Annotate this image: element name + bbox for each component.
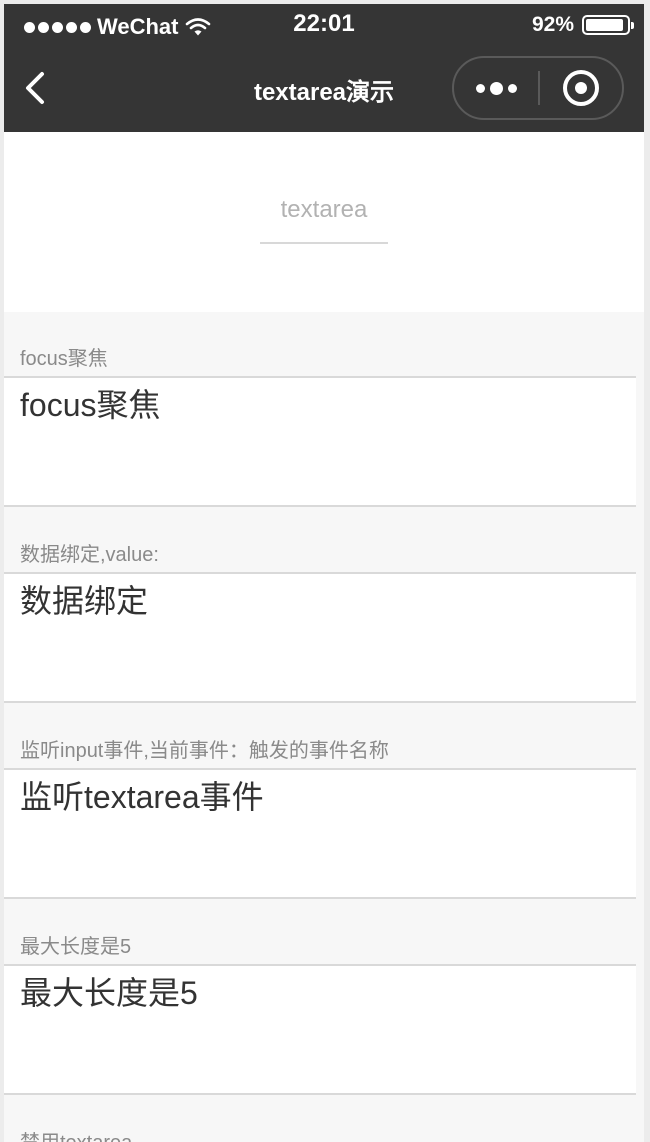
section-maxlength: 最大长度是5 最大长度是5 [4, 900, 644, 1095]
focus-textarea[interactable]: focus聚焦 [4, 376, 636, 507]
event-textarea[interactable]: 监听textarea事件 [4, 768, 636, 899]
more-dot-icon [475, 83, 485, 93]
section-label: 禁用textarea [4, 1096, 644, 1142]
section-label: 数据绑定,value: [20, 544, 159, 566]
more-dot-icon [489, 81, 503, 95]
maxlength-textarea[interactable]: 最大长度是5 [4, 964, 636, 1095]
app-frame: WeChat 22:01 92% textarea演示 textarea foc… [4, 4, 644, 1142]
section-disabled: 禁用textarea [4, 1096, 644, 1142]
binding-textarea[interactable]: 数据绑定 [4, 572, 636, 703]
section-input-event: 监听input事件,当前事件：触发的事件名称 监听textarea事件 [4, 704, 644, 899]
section-label: 最大长度是5 [20, 936, 132, 958]
menu-capsule [452, 56, 624, 120]
battery-level [586, 19, 623, 31]
section-focus: focus聚焦 focus聚焦 [4, 312, 644, 507]
more-options-button[interactable] [454, 58, 538, 118]
title-underline [260, 242, 388, 244]
page-header: textarea [4, 132, 644, 312]
battery-group: 92% [531, 13, 634, 37]
section-data-binding: 数据绑定,value: 数据绑定 [4, 508, 644, 703]
battery-percent: 92% [531, 13, 574, 36]
page-title: textarea [280, 196, 368, 223]
more-dot-icon [507, 83, 517, 93]
status-bar: WeChat 22:01 92% [4, 4, 644, 44]
close-miniprogram-button[interactable] [540, 58, 622, 118]
battery-icon [582, 15, 634, 35]
section-label: focus聚焦 [20, 348, 108, 370]
target-icon [563, 70, 599, 106]
section-label: 监听input事件,当前事件：触发的事件名称 [20, 740, 389, 762]
navigation-bar: textarea演示 [4, 44, 644, 132]
